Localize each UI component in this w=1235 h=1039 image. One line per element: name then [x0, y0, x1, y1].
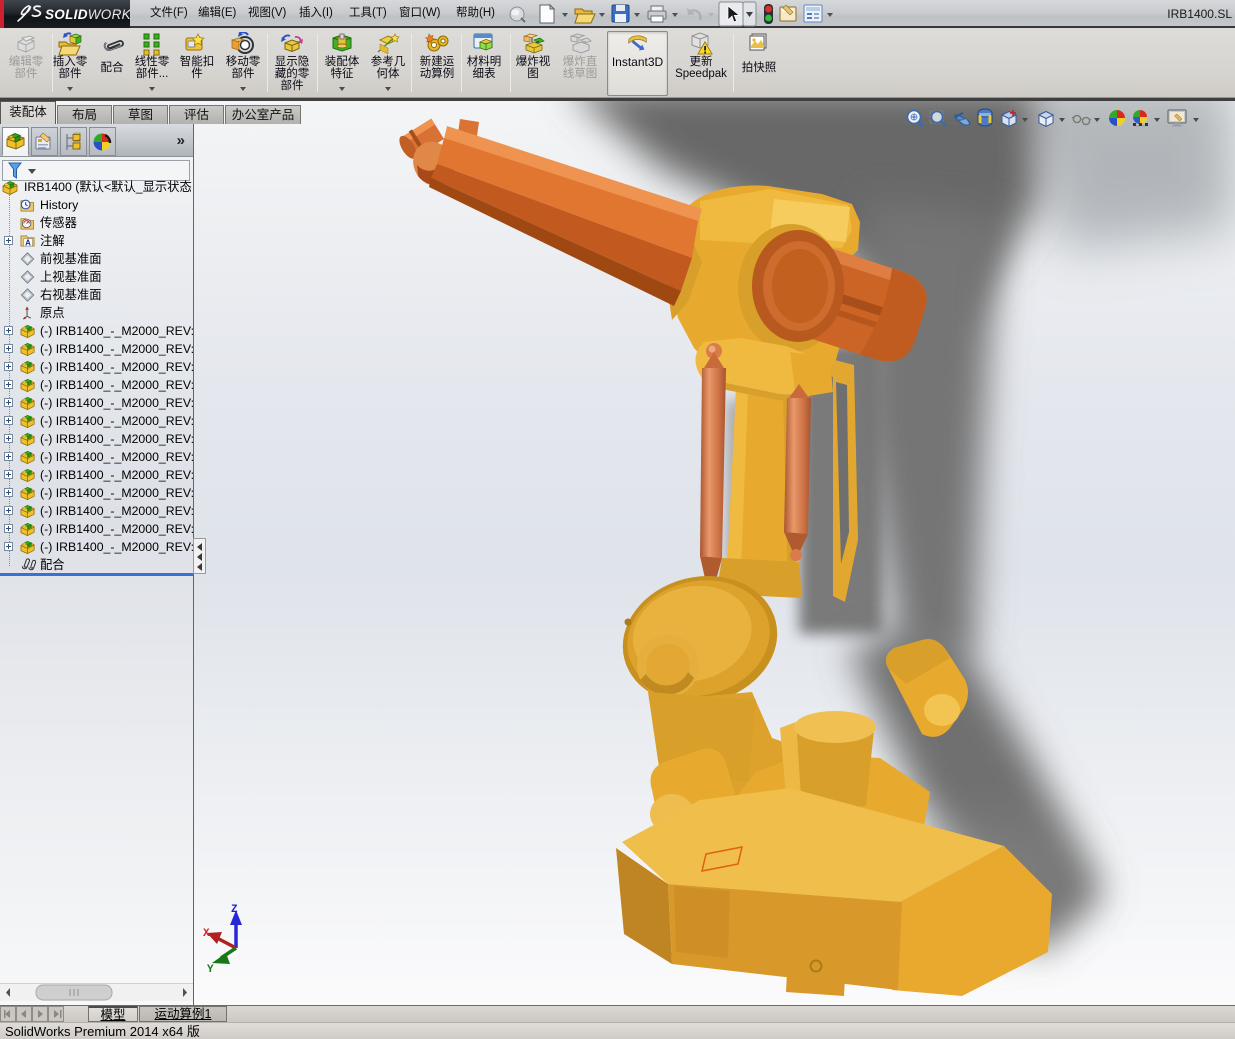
svg-text:SOLIDWORKS: SOLIDWORKS	[45, 7, 130, 22]
svg-text:Y: Y	[207, 964, 214, 976]
svg-text:Z: Z	[231, 904, 238, 916]
svg-text:X: X	[203, 928, 210, 940]
